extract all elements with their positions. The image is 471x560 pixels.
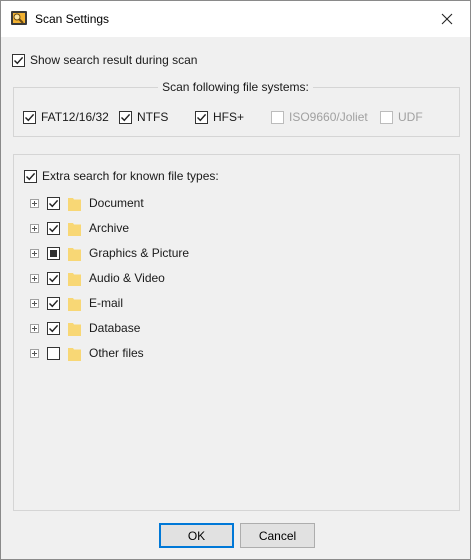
file-type-row-database[interactable]: Database bbox=[30, 319, 140, 337]
expand-icon[interactable] bbox=[30, 323, 39, 333]
folder-icon bbox=[68, 221, 81, 236]
file-type-checkbox[interactable] bbox=[47, 196, 60, 210]
fs-ntfs-label: NTFS bbox=[137, 110, 169, 124]
file-type-checkbox[interactable] bbox=[47, 321, 60, 335]
extra-search-label: Extra search for known file types: bbox=[42, 169, 219, 183]
expand-icon[interactable] bbox=[30, 273, 39, 283]
expand-icon[interactable] bbox=[30, 248, 39, 258]
expand-icon[interactable] bbox=[30, 348, 39, 358]
show-search-result-checkbox[interactable] bbox=[12, 53, 25, 67]
file-type-label: Audio & Video bbox=[89, 271, 165, 285]
file-type-row-email[interactable]: E-mail bbox=[30, 294, 123, 312]
extra-search-checkbox[interactable] bbox=[24, 169, 37, 183]
expand-icon[interactable] bbox=[30, 298, 39, 308]
fs-hfs-label: HFS+ bbox=[213, 110, 245, 124]
close-button[interactable] bbox=[424, 1, 470, 37]
file-type-checkbox[interactable] bbox=[47, 246, 60, 260]
file-type-label: Database bbox=[89, 321, 141, 335]
file-type-row-other[interactable]: Other files bbox=[30, 344, 144, 362]
extra-search-option[interactable]: Extra search for known file types: bbox=[24, 169, 219, 183]
fs-hfs-checkbox[interactable] bbox=[195, 110, 208, 124]
file-type-label: Archive bbox=[89, 221, 130, 235]
file-type-row-audio-video[interactable]: Audio & Video bbox=[30, 269, 165, 287]
scan-settings-dialog: Scan Settings Show search result during … bbox=[0, 0, 471, 560]
fs-option-ntfs[interactable]: NTFS bbox=[119, 110, 168, 124]
fs-udf-label: UDF bbox=[398, 110, 423, 124]
file-type-label: E-mail bbox=[89, 296, 124, 310]
title-bar: Scan Settings bbox=[1, 1, 470, 37]
file-type-checkbox[interactable] bbox=[47, 346, 60, 360]
file-type-row-document[interactable]: Document bbox=[30, 194, 144, 212]
file-type-checkbox[interactable] bbox=[47, 221, 60, 235]
fs-option-iso9660[interactable]: ISO9660/Joliet bbox=[271, 110, 368, 124]
show-search-result-label: Show search result during scan bbox=[30, 53, 198, 67]
fs-fat-label: FAT12/16/32 bbox=[41, 110, 109, 124]
fs-option-hfs[interactable]: HFS+ bbox=[195, 110, 244, 124]
file-type-row-archive[interactable]: Archive bbox=[30, 219, 129, 237]
folder-icon bbox=[68, 296, 81, 311]
file-type-label: Document bbox=[89, 196, 144, 210]
folder-icon bbox=[68, 271, 81, 286]
fs-option-udf[interactable]: UDF bbox=[380, 110, 423, 124]
file-systems-title: Scan following file systems: bbox=[1, 80, 470, 94]
folder-icon bbox=[68, 196, 81, 211]
close-icon bbox=[441, 13, 453, 25]
file-type-row-graphics[interactable]: Graphics & Picture bbox=[30, 244, 189, 262]
fs-iso9660-checkbox[interactable] bbox=[271, 110, 284, 124]
fs-option-fat[interactable]: FAT12/16/32 bbox=[23, 110, 109, 124]
file-type-label: Other files bbox=[89, 346, 144, 360]
window-title: Scan Settings bbox=[35, 12, 110, 26]
fs-udf-checkbox[interactable] bbox=[380, 110, 393, 124]
folder-icon bbox=[68, 346, 81, 361]
fs-fat-checkbox[interactable] bbox=[23, 110, 36, 124]
folder-icon bbox=[68, 246, 81, 261]
app-icon bbox=[10, 9, 28, 27]
file-type-checkbox[interactable] bbox=[47, 271, 60, 285]
folder-icon bbox=[68, 321, 81, 336]
ok-button[interactable]: OK bbox=[159, 523, 234, 548]
fs-ntfs-checkbox[interactable] bbox=[119, 110, 132, 124]
cancel-button[interactable]: Cancel bbox=[240, 523, 315, 548]
expand-icon[interactable] bbox=[30, 223, 39, 233]
expand-icon[interactable] bbox=[30, 198, 39, 208]
file-type-label: Graphics & Picture bbox=[89, 246, 190, 260]
fs-iso9660-label: ISO9660/Joliet bbox=[289, 110, 368, 124]
file-type-checkbox[interactable] bbox=[47, 296, 60, 310]
show-search-result-option[interactable]: Show search result during scan bbox=[12, 53, 197, 67]
